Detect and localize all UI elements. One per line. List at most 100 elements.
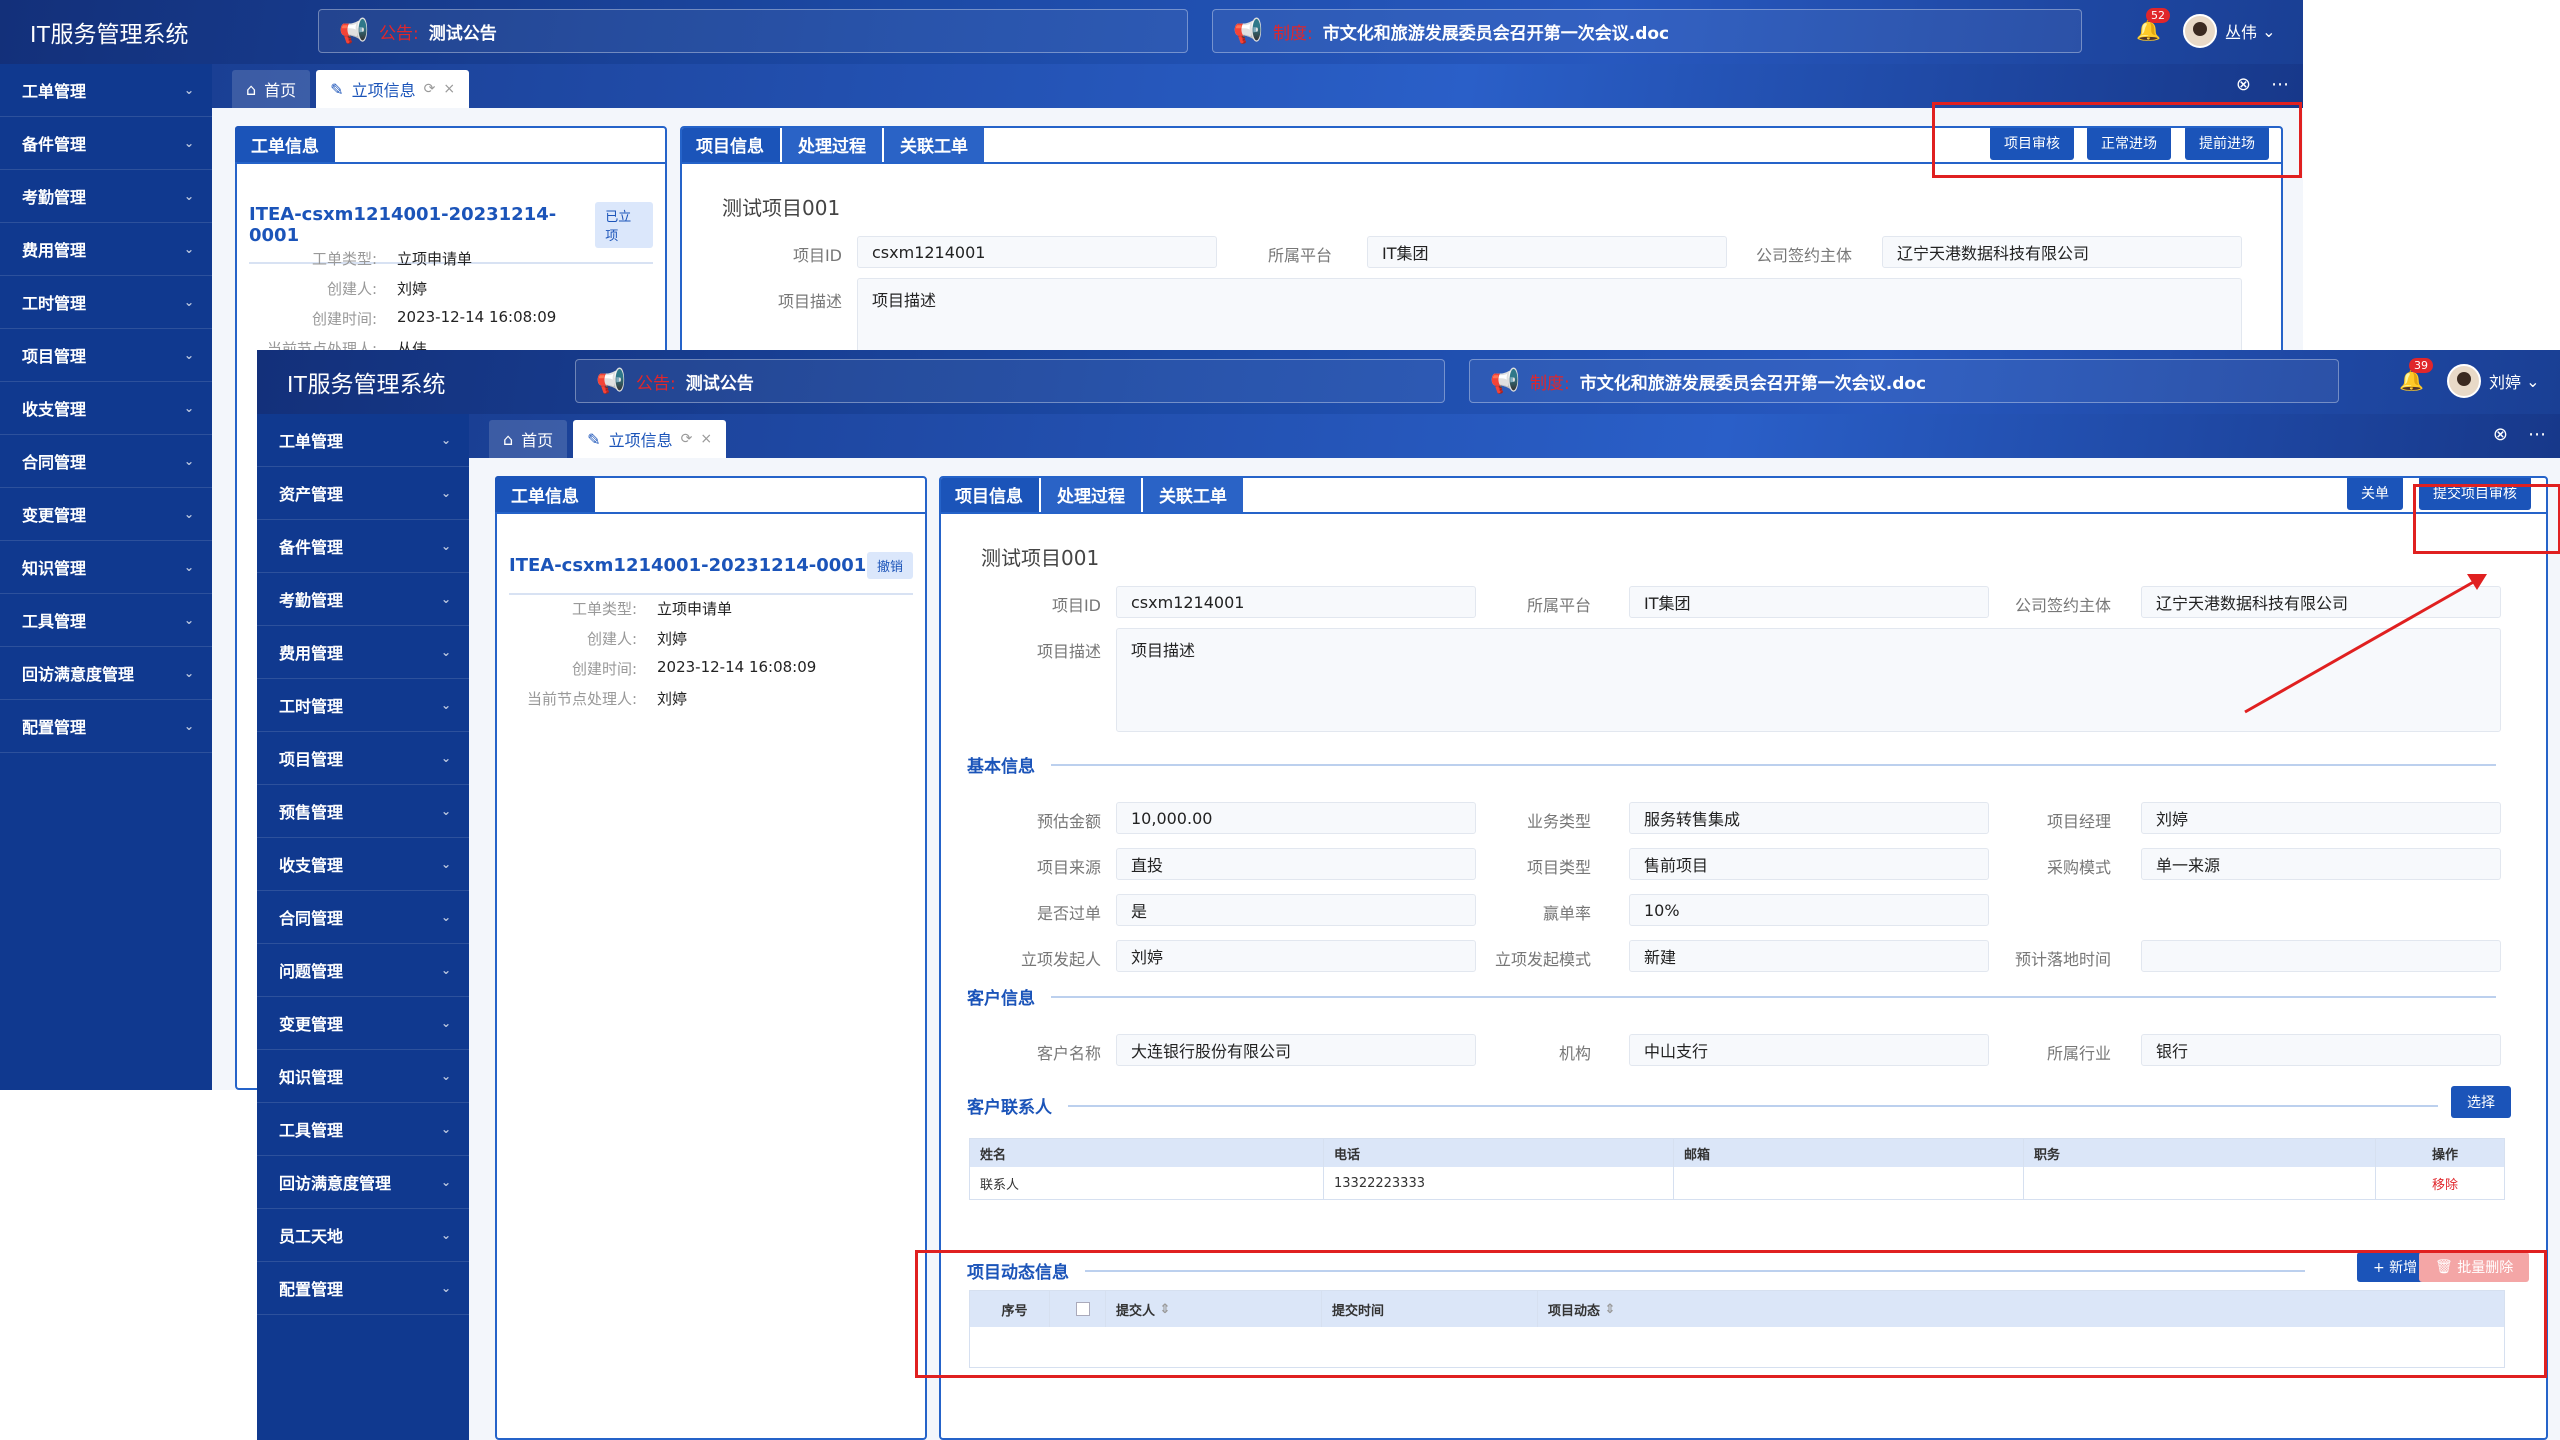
close-ticket-button[interactable]: 关单 (2347, 478, 2403, 510)
field-label: 项目ID (1051, 596, 1101, 615)
tab-label: 立项信息 (608, 431, 673, 450)
tab-project-info[interactable]: 项目信息 (682, 128, 782, 162)
sidebar-item[interactable]: 收支管理 ⌄ (257, 838, 469, 891)
sidebar-item[interactable]: 变更管理 ⌄ (0, 488, 212, 541)
sidebar-item[interactable]: 项目管理 ⌄ (0, 329, 212, 382)
close-icon[interactable]: × (700, 431, 712, 447)
entity-field[interactable]: 辽宁天港数据科技有限公司 (1882, 236, 2242, 268)
tab-related[interactable]: 关联工单 (884, 128, 986, 162)
field-label: 机构 (1558, 1044, 1591, 1063)
industry-field[interactable]: 银行 (2141, 1034, 2501, 1066)
sidebar-item[interactable]: 备件管理 ⌄ (0, 117, 212, 170)
sidebar-item[interactable]: 工单管理 ⌄ (0, 64, 212, 117)
sidebar-item[interactable]: 工具管理 ⌄ (257, 1103, 469, 1156)
tab-home[interactable]: ⌂ 首页 (489, 420, 568, 458)
sidebar-item[interactable]: 考勤管理 ⌄ (0, 170, 212, 223)
info-row: 工单类型: 立项申请单 (497, 598, 897, 619)
refresh-icon[interactable]: ⟳ (424, 81, 436, 97)
sidebar-item[interactable]: 考勤管理 ⌄ (257, 573, 469, 626)
tab-project-info[interactable]: 项目信息 (941, 478, 1041, 512)
sidebar-item[interactable]: 合同管理 ⌄ (257, 891, 469, 944)
tab-home[interactable]: ⌂ 首页 (232, 70, 311, 108)
project-source-field[interactable]: 直投 (1116, 848, 1476, 880)
info-value: 刘婷 (657, 690, 688, 708)
sidebar-item[interactable]: 预售管理 ⌄ (257, 785, 469, 838)
sidebar-item[interactable]: 合同管理 ⌄ (0, 435, 212, 488)
more-icon[interactable]: ⋯ (2271, 74, 2289, 95)
sidebar-item[interactable]: 费用管理 ⌄ (0, 223, 212, 276)
user-menu[interactable]: 刘婷 ⌄ (2447, 364, 2540, 398)
project-type-field[interactable]: 售前项目 (1629, 848, 1989, 880)
bell-icon[interactable]: 🔔 39 (2399, 358, 2433, 392)
tab-project-info[interactable]: ✎ 立项信息 ⟳ × (573, 420, 727, 458)
sidebar-item[interactable]: 配置管理 ⌄ (0, 700, 212, 753)
tab-project-info[interactable]: ✎ 立项信息 ⟳ × (316, 70, 470, 108)
project-manager-field[interactable]: 刘婷 (2141, 802, 2501, 834)
avatar (2183, 14, 2217, 48)
sidebar-item[interactable]: 员工天地 ⌄ (257, 1209, 469, 1262)
sidebar-label: 工时管理 (22, 294, 87, 313)
initiation-mode-field[interactable]: 新建 (1629, 940, 1989, 972)
status-badge[interactable]: 撤销 (866, 552, 913, 579)
tab-ticket-info[interactable]: 工单信息 (495, 476, 595, 512)
info-row: 创建时间: 2023-12-14 16:08:09 (237, 308, 637, 329)
procurement-mode-field[interactable]: 单一来源 (2141, 848, 2501, 880)
chevron-down-icon: ⌄ (183, 348, 194, 362)
close-all-icon[interactable]: ⊗ (2236, 74, 2251, 95)
user-menu[interactable]: 丛伟 ⌄ (2183, 14, 2276, 48)
remove-contact-link[interactable]: 移除 (2376, 1167, 2504, 1199)
sidebar-item[interactable]: 变更管理 ⌄ (257, 997, 469, 1050)
sidebar-item[interactable]: 知识管理 ⌄ (257, 1050, 469, 1103)
sidebar-item[interactable]: 知识管理 ⌄ (0, 541, 212, 594)
sidebar-item[interactable]: 回访满意度管理 ⌄ (0, 647, 212, 700)
more-icon[interactable]: ⋯ (2528, 424, 2546, 445)
sidebar-item[interactable]: 项目管理 ⌄ (257, 732, 469, 785)
organization-field[interactable]: 中山支行 (1629, 1034, 1989, 1066)
tab-process[interactable]: 处理过程 (1041, 478, 1143, 512)
policy-bar[interactable]: 📢 制度: 市文化和旅游发展委员会召开第一次会议.doc (1212, 9, 2082, 53)
tab-process[interactable]: 处理过程 (782, 128, 884, 162)
announcement-bar[interactable]: 📢 公告: 测试公告 (575, 359, 1445, 403)
sidebar-item[interactable]: 回访满意度管理 ⌄ (257, 1156, 469, 1209)
sidebar-item[interactable]: 问题管理 ⌄ (257, 944, 469, 997)
project-id-field[interactable]: csxm1214001 (857, 236, 1217, 268)
sidebar-item[interactable]: 工单管理 ⌄ (257, 414, 469, 467)
sidebar-item[interactable]: 工时管理 ⌄ (257, 679, 469, 732)
chevron-down-icon: ⌄ (440, 963, 451, 977)
select-contact-button[interactable]: 选择 (2451, 1086, 2511, 1118)
description-field[interactable]: 项目描述 (857, 278, 2242, 358)
bell-icon[interactable]: 🔔 52 (2136, 8, 2170, 42)
close-icon[interactable]: × (443, 81, 455, 97)
column-header: 邮箱 (1674, 1139, 2024, 1167)
customer-name-field[interactable]: 大连银行股份有限公司 (1116, 1034, 1476, 1066)
policy-bar[interactable]: 📢 制度: 市文化和旅游发展委员会召开第一次会议.doc (1469, 359, 2339, 403)
announcement-bar[interactable]: 📢 公告: 测试公告 (318, 9, 1188, 53)
app-title: IT服务管理系统 (30, 21, 189, 47)
business-type-field[interactable]: 服务转售集成 (1629, 802, 1989, 834)
platform-field[interactable]: IT集团 (1367, 236, 1727, 268)
refresh-icon[interactable]: ⟳ (681, 431, 693, 447)
policy-text: 市文化和旅游发展委员会召开第一次会议.doc (1322, 23, 1670, 44)
sidebar-item[interactable]: 收支管理 ⌄ (0, 382, 212, 435)
project-id-field[interactable]: csxm1214001 (1116, 586, 1476, 618)
sidebar-item[interactable]: 备件管理 ⌄ (257, 520, 469, 573)
sidebar-item[interactable]: 资产管理 ⌄ (257, 467, 469, 520)
chevron-down-icon: ⌄ (440, 1228, 451, 1242)
sidebar-item[interactable]: 费用管理 ⌄ (257, 626, 469, 679)
sidebar-item[interactable]: 配置管理 ⌄ (257, 1262, 469, 1315)
platform-field[interactable]: IT集团 (1629, 586, 1989, 618)
close-all-icon[interactable]: ⊗ (2493, 424, 2508, 445)
highlight-box (2413, 484, 2560, 554)
landing-time-field[interactable] (2141, 940, 2501, 972)
initiator-field[interactable]: 刘婷 (1116, 940, 1476, 972)
win-rate-field[interactable]: 10% (1629, 894, 1989, 926)
tab-related[interactable]: 关联工单 (1143, 478, 1245, 512)
passed-field[interactable]: 是 (1116, 894, 1476, 926)
sidebar-item[interactable]: 工具管理 ⌄ (0, 594, 212, 647)
announcement-text: 测试公告 (428, 23, 497, 44)
sidebar-item[interactable]: 工时管理 ⌄ (0, 276, 212, 329)
chevron-down-icon: ⌄ (440, 857, 451, 871)
tab-ticket-info[interactable]: 工单信息 (235, 126, 335, 162)
ticket-panel: 工单信息 ITEA-csxm1214001-20231214-0001 撤销 工… (495, 476, 927, 1440)
estimated-amount-field[interactable]: 10,000.00 (1116, 802, 1476, 834)
